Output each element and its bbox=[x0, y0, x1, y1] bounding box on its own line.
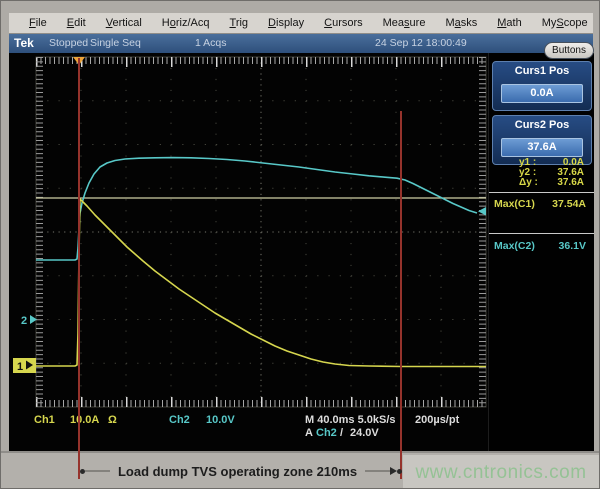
dy-value: 37.6A bbox=[557, 177, 584, 188]
max-c2-label: Max(C2) bbox=[494, 240, 535, 252]
trigger-level-readout: 24.0V bbox=[350, 427, 379, 439]
max-c1-value: 37.54A bbox=[552, 198, 586, 210]
trigger-source: Ch2 bbox=[316, 427, 337, 439]
zone-end-dot bbox=[397, 469, 402, 474]
watermark: www.cntronics.com bbox=[403, 455, 599, 489]
annotation-line bbox=[85, 470, 110, 472]
cursor1-value-field[interactable]: 0.0A bbox=[501, 84, 583, 103]
caption-area: Load dump TVS operating zone 210ms www.c… bbox=[1, 451, 600, 489]
cursor-readout-dy: Δy : 37.6A bbox=[489, 177, 594, 187]
menu-item-display[interactable]: Display bbox=[258, 15, 314, 32]
zone-end-line bbox=[400, 111, 402, 479]
menu-item-masks[interactable]: Masks bbox=[435, 15, 487, 32]
cursor-readout-y1: y1 : 0.0A bbox=[489, 157, 594, 167]
menu-item-math[interactable]: Math bbox=[487, 15, 531, 32]
menu-item-cursors[interactable]: Cursors bbox=[314, 15, 373, 32]
max-c1-label: Max(C1) bbox=[494, 198, 535, 210]
acquisition-state: Stopped bbox=[49, 37, 88, 49]
menu-bar: FileEditVerticalHoriz/AcqTrigDisplayCurs… bbox=[9, 13, 593, 34]
datetime: 24 Sep 12 18:00:49 bbox=[375, 37, 467, 49]
buttons-button[interactable]: Buttons bbox=[544, 42, 594, 59]
cursor2-value-field[interactable]: 37.6A bbox=[501, 138, 583, 157]
menu-item-trig[interactable]: Trig bbox=[220, 15, 259, 32]
side-panel: Curs1 Pos 0.0A Curs2 Pos 37.6A y1 : 0.0A… bbox=[488, 53, 594, 451]
ch1-label[interactable]: Ch1 bbox=[34, 414, 55, 426]
ch1-scale[interactable]: 10.0A bbox=[70, 414, 99, 426]
cursor-readout-y2: y2 : 37.6A bbox=[489, 167, 594, 177]
right-arrow-icon bbox=[390, 467, 397, 475]
cursor1-pos-control: Curs1 Pos 0.0A bbox=[492, 61, 592, 111]
resolution-readout: 200µs/pt bbox=[415, 414, 459, 426]
ch2-label[interactable]: Ch2 bbox=[169, 414, 190, 426]
menu-item-vertical[interactable]: Vertical bbox=[96, 15, 152, 32]
ch1-current-trace bbox=[36, 199, 486, 367]
ch1-coupling: Ω bbox=[108, 414, 117, 426]
separator bbox=[489, 192, 594, 193]
scope-display: 2 1 Ch1 10.0A Ω Ch2 10.0V M 40.0ms 5.0kS… bbox=[9, 53, 594, 451]
menu-item-horizacq[interactable]: Horiz/Acq bbox=[152, 15, 220, 32]
ch2-voltage-trace bbox=[36, 158, 477, 260]
timebase-readout: M 40.0ms 5.0kS/s bbox=[305, 414, 396, 426]
status-bar: Tek Stopped Single Seq 1 Acqs 24 Sep 12 … bbox=[9, 34, 593, 53]
menu-item-measure[interactable]: Measure bbox=[373, 15, 436, 32]
ch1-marker-label: 1 bbox=[17, 361, 23, 373]
ch2-marker-label: 2 bbox=[21, 315, 27, 327]
trigger-prefix: A bbox=[305, 427, 313, 439]
max-c2-value: 36.1V bbox=[559, 240, 586, 252]
zone-start-line bbox=[78, 58, 80, 479]
oscilloscope-window: FileEditVerticalHoriz/AcqTrigDisplayCurs… bbox=[0, 0, 600, 489]
dy-label: Δy : bbox=[519, 177, 538, 188]
cursor2-title: Curs2 Pos bbox=[493, 119, 591, 131]
tek-logo: Tek bbox=[14, 36, 34, 50]
acquisition-count: 1 Acqs bbox=[195, 37, 227, 49]
menu-item-file[interactable]: File bbox=[19, 15, 57, 32]
trigger-slope-icon: / bbox=[340, 427, 343, 439]
annotation-line bbox=[365, 470, 390, 472]
annotation-text: Load dump TVS operating zone 210ms bbox=[118, 464, 357, 479]
ch2-scale[interactable]: 10.0V bbox=[206, 414, 235, 426]
acquisition-mode: Single Seq bbox=[90, 37, 141, 49]
trigger-level-icon[interactable] bbox=[478, 207, 486, 216]
menu-item-edit[interactable]: Edit bbox=[57, 15, 96, 32]
separator bbox=[489, 233, 594, 234]
cursor1-title: Curs1 Pos bbox=[493, 65, 591, 77]
operating-zone-annotation: Load dump TVS operating zone 210ms bbox=[80, 463, 402, 479]
menu-item-myscope[interactable]: MyScope bbox=[532, 15, 598, 32]
